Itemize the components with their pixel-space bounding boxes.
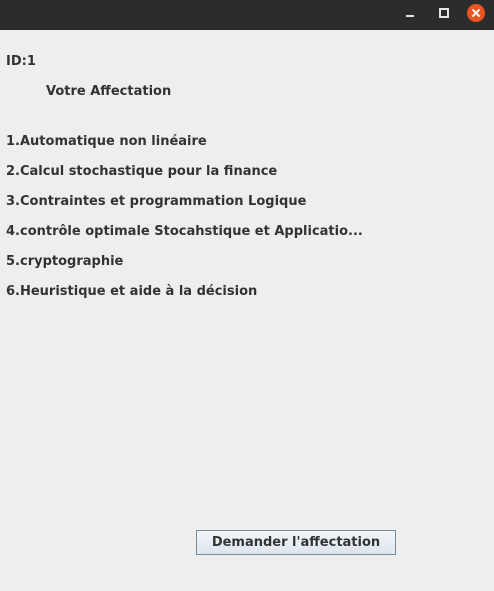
close-icon bbox=[467, 4, 485, 22]
minimize-button[interactable] bbox=[398, 2, 422, 24]
window-titlebar[interactable] bbox=[0, 0, 494, 30]
course-item: 5.cryptographie bbox=[6, 254, 124, 269]
course-item: 2.Calcul stochastique pour la finance bbox=[6, 164, 278, 179]
minimize-icon bbox=[406, 15, 414, 17]
maximize-button[interactable] bbox=[432, 2, 456, 24]
course-item: 1.Automatique non linéaire bbox=[6, 134, 207, 149]
main-panel: ID:1 Votre Affectation 1.Automatique non… bbox=[0, 30, 494, 591]
course-item: 4.contrôle optimale Stocahstique et Appl… bbox=[6, 224, 363, 239]
page-title: Votre Affectation bbox=[46, 84, 172, 99]
course-item: 6.Heuristique et aide à la décision bbox=[6, 284, 258, 299]
request-assignment-button[interactable]: Demander l'affectation bbox=[196, 530, 396, 555]
course-item: 3.Contraintes et programmation Logique bbox=[6, 194, 307, 209]
id-label: ID:1 bbox=[6, 54, 36, 69]
request-assignment-label: Demander l'affectation bbox=[211, 535, 381, 550]
maximize-icon bbox=[439, 8, 449, 18]
close-button[interactable] bbox=[464, 2, 488, 24]
